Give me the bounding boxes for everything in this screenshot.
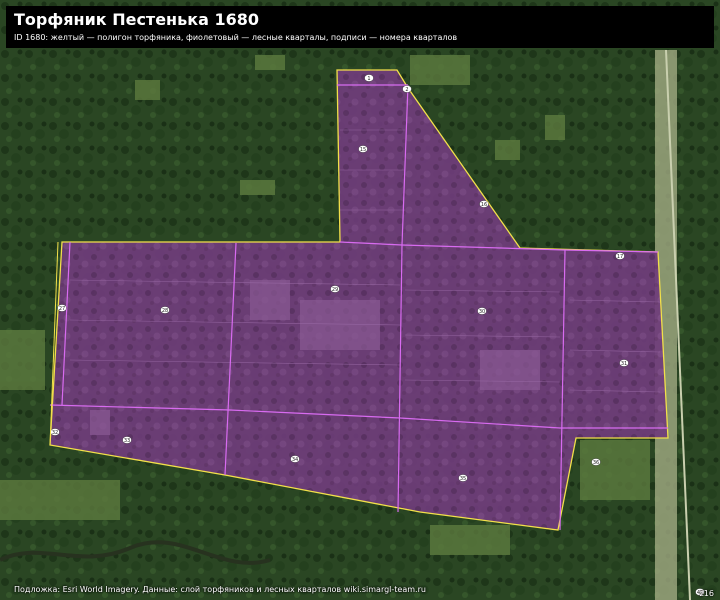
quarter-number: 27 xyxy=(59,306,65,312)
quarter-label: 30 xyxy=(477,307,487,315)
zoom-label: z16 xyxy=(699,589,714,598)
quarter-number: 29 xyxy=(332,287,338,293)
attribution-text: Подложка: Esri World Imagery. Данные: сл… xyxy=(14,585,426,594)
quarter-label: 1 xyxy=(364,74,374,82)
quarter-number: 1 xyxy=(367,76,370,82)
map-title: Торфяник Пестенька 1680 xyxy=(14,10,259,29)
quarter-number: 32 xyxy=(52,430,58,436)
quarter-label: 32 xyxy=(50,428,60,436)
quarter-number: 33 xyxy=(124,438,130,444)
quarter-label: 16 xyxy=(479,200,489,208)
quarter-number: 35 xyxy=(460,476,466,482)
satellite-map: 1215161727 28293031323334353645 xyxy=(0,0,720,600)
quarter-label: 31 xyxy=(619,359,629,367)
quarter-label: 15 xyxy=(358,145,368,153)
quarter-label: 34 xyxy=(290,455,300,463)
quarter-label: 33 xyxy=(122,436,132,444)
title-box: Торфяник Пестенька 1680 ID 1680: желтый … xyxy=(6,6,714,48)
quarter-label: 17 xyxy=(615,252,625,260)
map-subtitle: ID 1680: желтый — полигон торфяника, фио… xyxy=(14,33,458,42)
quarter-label: 35 xyxy=(458,474,468,482)
quarter-number: 34 xyxy=(292,457,298,463)
quarter-label: 27 xyxy=(57,304,67,312)
quarter-label: 29 xyxy=(330,285,340,293)
quarter-label: 2 xyxy=(402,85,412,93)
quarter-number: 31 xyxy=(621,361,627,367)
quarter-number: 2 xyxy=(405,87,408,93)
quarter-label: 36 xyxy=(591,458,601,466)
quarter-number: 17 xyxy=(617,254,623,260)
quarter-number: 15 xyxy=(360,147,366,153)
quarter-number: 36 xyxy=(593,460,599,466)
quarter-number: 16 xyxy=(481,202,487,208)
quarter-number: 30 xyxy=(479,309,485,315)
quarter-label: 28 xyxy=(160,306,170,314)
quarter-number: 28 xyxy=(162,308,168,314)
